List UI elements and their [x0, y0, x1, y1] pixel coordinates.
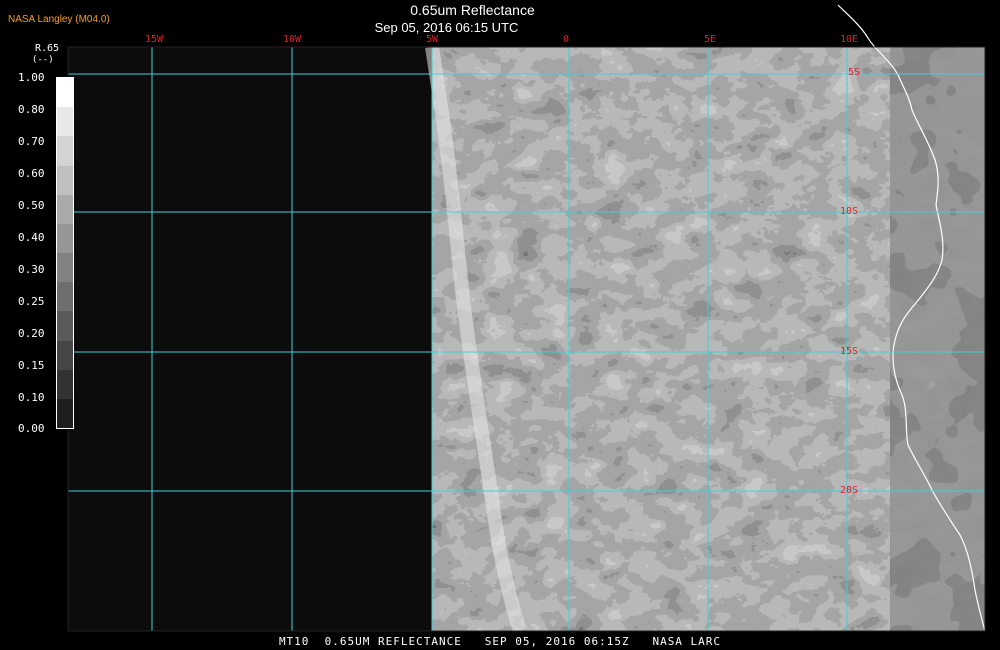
scale-swatch [57, 136, 73, 166]
lon-label-10e: 10E [840, 34, 859, 45]
scale-label: 0.50 [18, 199, 45, 212]
lat-label-20s: 20S [840, 485, 859, 496]
lon-label-5e: 5E [704, 34, 717, 45]
scale-swatch [57, 107, 73, 137]
image-title: 0.65um Reflectance [410, 2, 535, 18]
scale-label: 0.20 [18, 327, 45, 340]
scale-swatch [57, 282, 73, 312]
lat-label-10s: 10S [840, 206, 859, 217]
scale-label: 0.15 [18, 359, 45, 372]
scale-swatch [57, 223, 73, 254]
scale-swatch [57, 340, 73, 370]
footer-caption: MT10 0.65UM REFLECTANCE SEP 05, 2016 06:… [278, 635, 722, 648]
scale-swatch [57, 369, 73, 399]
scale-swatch [57, 398, 73, 429]
scale-label: 1.00 [18, 71, 45, 84]
satellite-image-viewer: NASA Langley (M04.0) 0.65um Reflectance … [0, 0, 1000, 650]
scale-swatch [57, 165, 73, 195]
scale-label: 0.70 [18, 135, 45, 148]
lat-label-15s: 15S [840, 346, 859, 357]
scale-label: 0.25 [18, 295, 45, 308]
scale-label: 0.40 [18, 231, 45, 244]
scale-swatch [57, 253, 73, 283]
scale-swatch [57, 311, 73, 341]
scale-unit: (--) [32, 55, 54, 65]
lon-label-10w: 10W [283, 34, 302, 45]
scale-label: 0.00 [18, 422, 45, 435]
lon-label-0: 0 [563, 34, 570, 45]
scale-label: 0.60 [18, 167, 45, 180]
map-canvas [67, 4, 986, 632]
lon-label-5w: 5W [426, 34, 439, 45]
lat-label-5s: 5S [848, 67, 861, 78]
scale-label: 0.80 [18, 103, 45, 116]
scale-swatch [57, 194, 73, 224]
image-timestamp: Sep 05, 2016 06:15 UTC [374, 20, 519, 35]
scale-label: 0.30 [18, 263, 45, 276]
lon-label-15w: 15W [145, 34, 164, 45]
scale-swatch [57, 78, 73, 108]
color-scale-bar [56, 77, 74, 429]
scale-label: 0.10 [18, 391, 45, 404]
scale-title: R.65 [35, 43, 60, 54]
